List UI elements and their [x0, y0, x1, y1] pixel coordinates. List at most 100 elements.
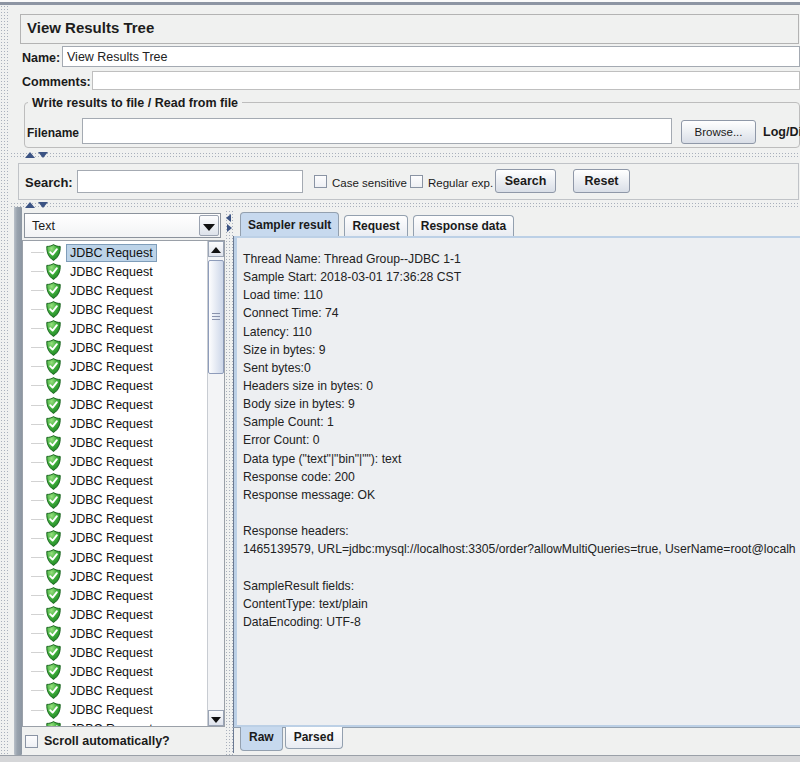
success-shield-icon — [46, 587, 61, 604]
tree-node-label: JDBC Request — [67, 283, 156, 299]
tree-node-label: JDBC Request — [67, 359, 156, 375]
case-sensitive-checkbox[interactable] — [314, 175, 327, 188]
results-tree-list: JDBC Request JDBC Request JDBC Request — [22, 240, 225, 727]
tree-node-label: JDBC Request — [67, 683, 156, 699]
search-label: Search: — [25, 175, 73, 190]
result-line: Latency: 110 — [243, 325, 800, 343]
tree-connector-line — [31, 690, 44, 691]
tree-connector-line — [31, 328, 44, 329]
tree-node[interactable]: JDBC Request — [23, 567, 207, 586]
tree-node-label: JDBC Request — [67, 626, 156, 642]
success-shield-icon — [46, 435, 61, 452]
tree-node[interactable]: JDBC Request — [23, 338, 207, 357]
tree-node[interactable]: JDBC Request — [23, 491, 207, 510]
page-title: View Results Tree — [27, 19, 154, 36]
tree-connector-line — [31, 443, 44, 444]
tree-node-label: JDBC Request — [67, 588, 156, 604]
tree-node[interactable]: JDBC Request — [23, 605, 207, 624]
tree-scrollbar[interactable] — [207, 241, 224, 726]
tree-connector-line — [31, 385, 44, 386]
tree-node[interactable]: JDBC Request — [23, 548, 207, 567]
tree-node[interactable]: JDBC Request — [23, 701, 207, 720]
tree-node[interactable]: JDBC Request — [23, 643, 207, 662]
groupbox-legend: Write results to file / Read from file — [28, 96, 242, 110]
tree-node[interactable]: JDBC Request — [23, 681, 207, 700]
scrollbar-thumb[interactable] — [208, 260, 224, 374]
tree-node[interactable]: JDBC Request — [23, 300, 207, 319]
tree-node[interactable]: JDBC Request — [23, 434, 207, 453]
result-tab[interactable]: Request — [344, 215, 407, 236]
scroll-up-button[interactable] — [208, 241, 224, 257]
scroll-automatically-checkbox[interactable] — [25, 735, 38, 748]
result-line: Body size in bytes: 9 — [243, 397, 800, 415]
comments-input[interactable] — [92, 71, 800, 90]
splitter-collapse-right-icon[interactable] — [227, 224, 232, 232]
tree-node[interactable]: JDBC Request — [23, 281, 207, 300]
result-line: ContentType: text/plain — [243, 597, 800, 615]
splitter2-collapse-up-icon[interactable] — [25, 202, 35, 208]
splitter-collapse-up-icon[interactable] — [25, 152, 35, 158]
success-shield-icon — [46, 339, 61, 356]
tree-node-label: JDBC Request — [67, 664, 156, 680]
tree-node-label: JDBC Request — [67, 378, 156, 394]
search-button[interactable]: Search — [495, 169, 556, 193]
tree-node[interactable]: JDBC Request — [23, 510, 207, 529]
render-mode-tab[interactable]: Raw — [240, 727, 283, 751]
tree-node[interactable]: JDBC Request — [23, 376, 207, 395]
splitter2-collapse-down-icon[interactable] — [38, 202, 48, 208]
filename-input[interactable] — [82, 118, 672, 144]
tree-node[interactable]: JDBC Request — [23, 662, 207, 681]
success-shield-icon — [46, 397, 61, 414]
tree-node[interactable]: JDBC Request — [23, 415, 207, 434]
success-shield-icon — [46, 263, 61, 280]
tree-node-label: JDBC Request — [67, 492, 156, 508]
horizontal-splitter-2[interactable] — [10, 200, 800, 209]
search-input[interactable] — [77, 170, 303, 193]
result-line: Response code: 200 — [243, 470, 800, 488]
tree-node[interactable]: JDBC Request — [23, 586, 207, 605]
view-mode-select[interactable]: Text — [24, 213, 221, 238]
tree-node[interactable]: JDBC Request — [23, 453, 207, 472]
tree-node[interactable]: JDBC Request — [23, 472, 207, 491]
tree-node-label: JDBC Request — [67, 550, 156, 566]
log-display-label: Log/Dis — [763, 125, 800, 139]
tree-node[interactable]: JDBC Request — [23, 262, 207, 281]
tree-node[interactable]: JDBC Request — [23, 720, 207, 727]
render-mode-tab[interactable]: Parsed — [285, 727, 343, 749]
splitter-collapse-left-icon[interactable] — [226, 214, 231, 222]
reset-button[interactable]: Reset — [573, 169, 630, 193]
tree-node[interactable]: JDBC Request — [23, 624, 207, 643]
horizontal-splitter[interactable] — [10, 150, 800, 159]
regular-exp-checkbox[interactable] — [410, 175, 423, 188]
result-line: Sample Count: 1 — [243, 415, 800, 433]
tree-node[interactable]: JDBC Request — [23, 243, 207, 262]
browse-button[interactable]: Browse... — [681, 120, 756, 144]
success-shield-icon — [46, 549, 61, 566]
tree-node[interactable]: JDBC Request — [23, 357, 207, 376]
result-tab[interactable]: Sampler result — [240, 212, 339, 236]
main-split-divider[interactable] — [0, 5, 10, 755]
case-sensitive-label: Case sensitive — [332, 177, 407, 189]
result-line: Response message: OK — [243, 488, 800, 506]
tree-node-label: JDBC Request — [67, 321, 156, 337]
tree-node[interactable]: JDBC Request — [23, 396, 207, 415]
tree-node[interactable]: JDBC Request — [23, 319, 207, 338]
result-tab[interactable]: Response data — [413, 215, 514, 236]
main-tree-scrollbar-thumb[interactable] — [14, 207, 22, 755]
scroll-down-button[interactable] — [208, 710, 224, 726]
result-line: SampleResult fields: — [243, 579, 800, 597]
result-line: Connect Time: 74 — [243, 306, 800, 324]
success-shield-icon — [46, 663, 61, 680]
tree-node[interactable]: JDBC Request — [23, 529, 207, 548]
window-bottom-bar — [0, 755, 800, 762]
name-input[interactable] — [62, 46, 800, 67]
tree-connector-line — [31, 481, 44, 482]
splitter-collapse-down-icon[interactable] — [38, 152, 48, 158]
success-shield-icon — [46, 492, 61, 509]
arrow-down-icon — [211, 717, 221, 723]
tab-label: Request — [352, 219, 399, 233]
tree-connector-line — [31, 290, 44, 291]
combo-dropdown-button[interactable] — [199, 215, 219, 236]
tree-node-label: JDBC Request — [67, 397, 156, 413]
result-line: Size in bytes: 9 — [243, 343, 800, 361]
